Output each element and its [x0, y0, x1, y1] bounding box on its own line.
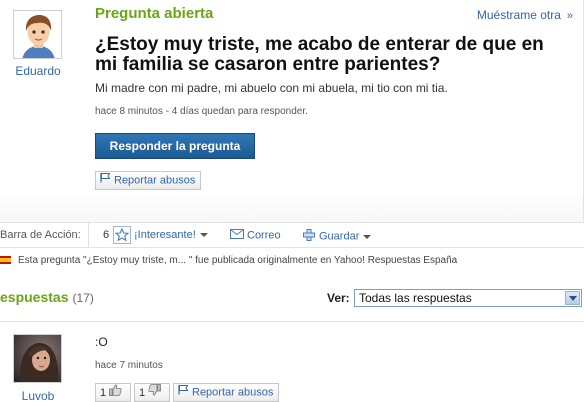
star-icon[interactable]: [113, 226, 131, 244]
thumbs-up-button[interactable]: 1: [95, 383, 132, 402]
email-label[interactable]: Correo: [247, 229, 281, 241]
plus-icon: [303, 229, 315, 244]
question-body: Mi madre con mi padre, mi abuelo con mi …: [95, 81, 448, 95]
answer-question-button[interactable]: Responder la pregunta: [95, 133, 255, 159]
interesting-label[interactable]: ¡Interesante!: [134, 229, 196, 241]
answers-title: espuestas: [0, 289, 69, 305]
view-label: Ver:: [327, 291, 350, 305]
asker-avatar[interactable]: [13, 10, 62, 59]
view-filter-value[interactable]: Todas las respuestas: [359, 291, 472, 305]
divider: [88, 223, 89, 247]
user-photo-icon: [14, 335, 61, 382]
thumbs-down-icon: [148, 384, 162, 402]
interest-count: 6: [103, 229, 110, 241]
interesting-dropdown[interactable]: ¡Interesante!: [134, 229, 208, 241]
thumbs-down-count: 1: [139, 386, 146, 399]
chevron-down-icon[interactable]: [565, 291, 580, 305]
show-other-label[interactable]: Muéstrame otra: [477, 8, 561, 22]
flag-icon: [178, 384, 189, 401]
envelope-icon: [230, 229, 244, 242]
caret-down-icon: [199, 233, 208, 238]
origin-note-text: Esta pregunta "¿Estoy muy triste, m... "…: [18, 255, 458, 266]
cartoon-avatar-icon: [14, 11, 61, 58]
report-abuse-button[interactable]: Reportar abusos: [95, 171, 202, 190]
action-bar: Barra de Acción: 6 ¡Interesante! Correo …: [0, 222, 584, 248]
answer-author-name[interactable]: Luvob: [12, 389, 64, 402]
report-abuse-label: Reportar abusos: [114, 174, 196, 187]
answer-time: hace 7 minutos: [95, 360, 163, 371]
asker-name[interactable]: Eduardo: [12, 64, 64, 78]
answer-report-abuse-button[interactable]: Reportar abusos: [173, 383, 280, 402]
caret-down-icon: [363, 234, 372, 239]
question-meta: hace 8 minutos - 4 días quedan para resp…: [95, 106, 308, 117]
answer-author-avatar[interactable]: [13, 334, 62, 383]
double-chevron-right-icon: »: [566, 10, 573, 22]
thumbs-down-button[interactable]: 1: [134, 383, 171, 402]
flag-icon: [100, 172, 111, 189]
question-panel: Eduardo Pregunta abierta Muéstrame otra »…: [0, 0, 584, 222]
divider: [0, 321, 584, 322]
save-dropdown[interactable]: Guardar: [303, 229, 372, 244]
email-button[interactable]: Correo: [230, 229, 281, 242]
thumbs-up-icon: [109, 384, 122, 402]
action-bar-label: Barra de Acción:: [0, 229, 81, 241]
answers-heading: espuestas (17): [0, 289, 94, 305]
report-abuse-label: Reportar abusos: [192, 386, 274, 399]
answers-count: (17): [72, 291, 94, 305]
origin-note: Esta pregunta "¿Estoy muy triste, m... "…: [0, 255, 457, 266]
question-status: Pregunta abierta: [95, 5, 214, 22]
spain-flag-icon: [0, 256, 11, 265]
answer-text: :O: [95, 335, 108, 349]
view-filter-select[interactable]: Todas las respuestas: [354, 289, 582, 307]
question-title: ¿Estoy muy triste, me acabo de enterar d…: [95, 34, 544, 75]
show-other-link[interactable]: Muéstrame otra »: [477, 8, 573, 22]
thumbs-up-count: 1: [100, 386, 107, 399]
save-label[interactable]: Guardar: [319, 230, 359, 242]
